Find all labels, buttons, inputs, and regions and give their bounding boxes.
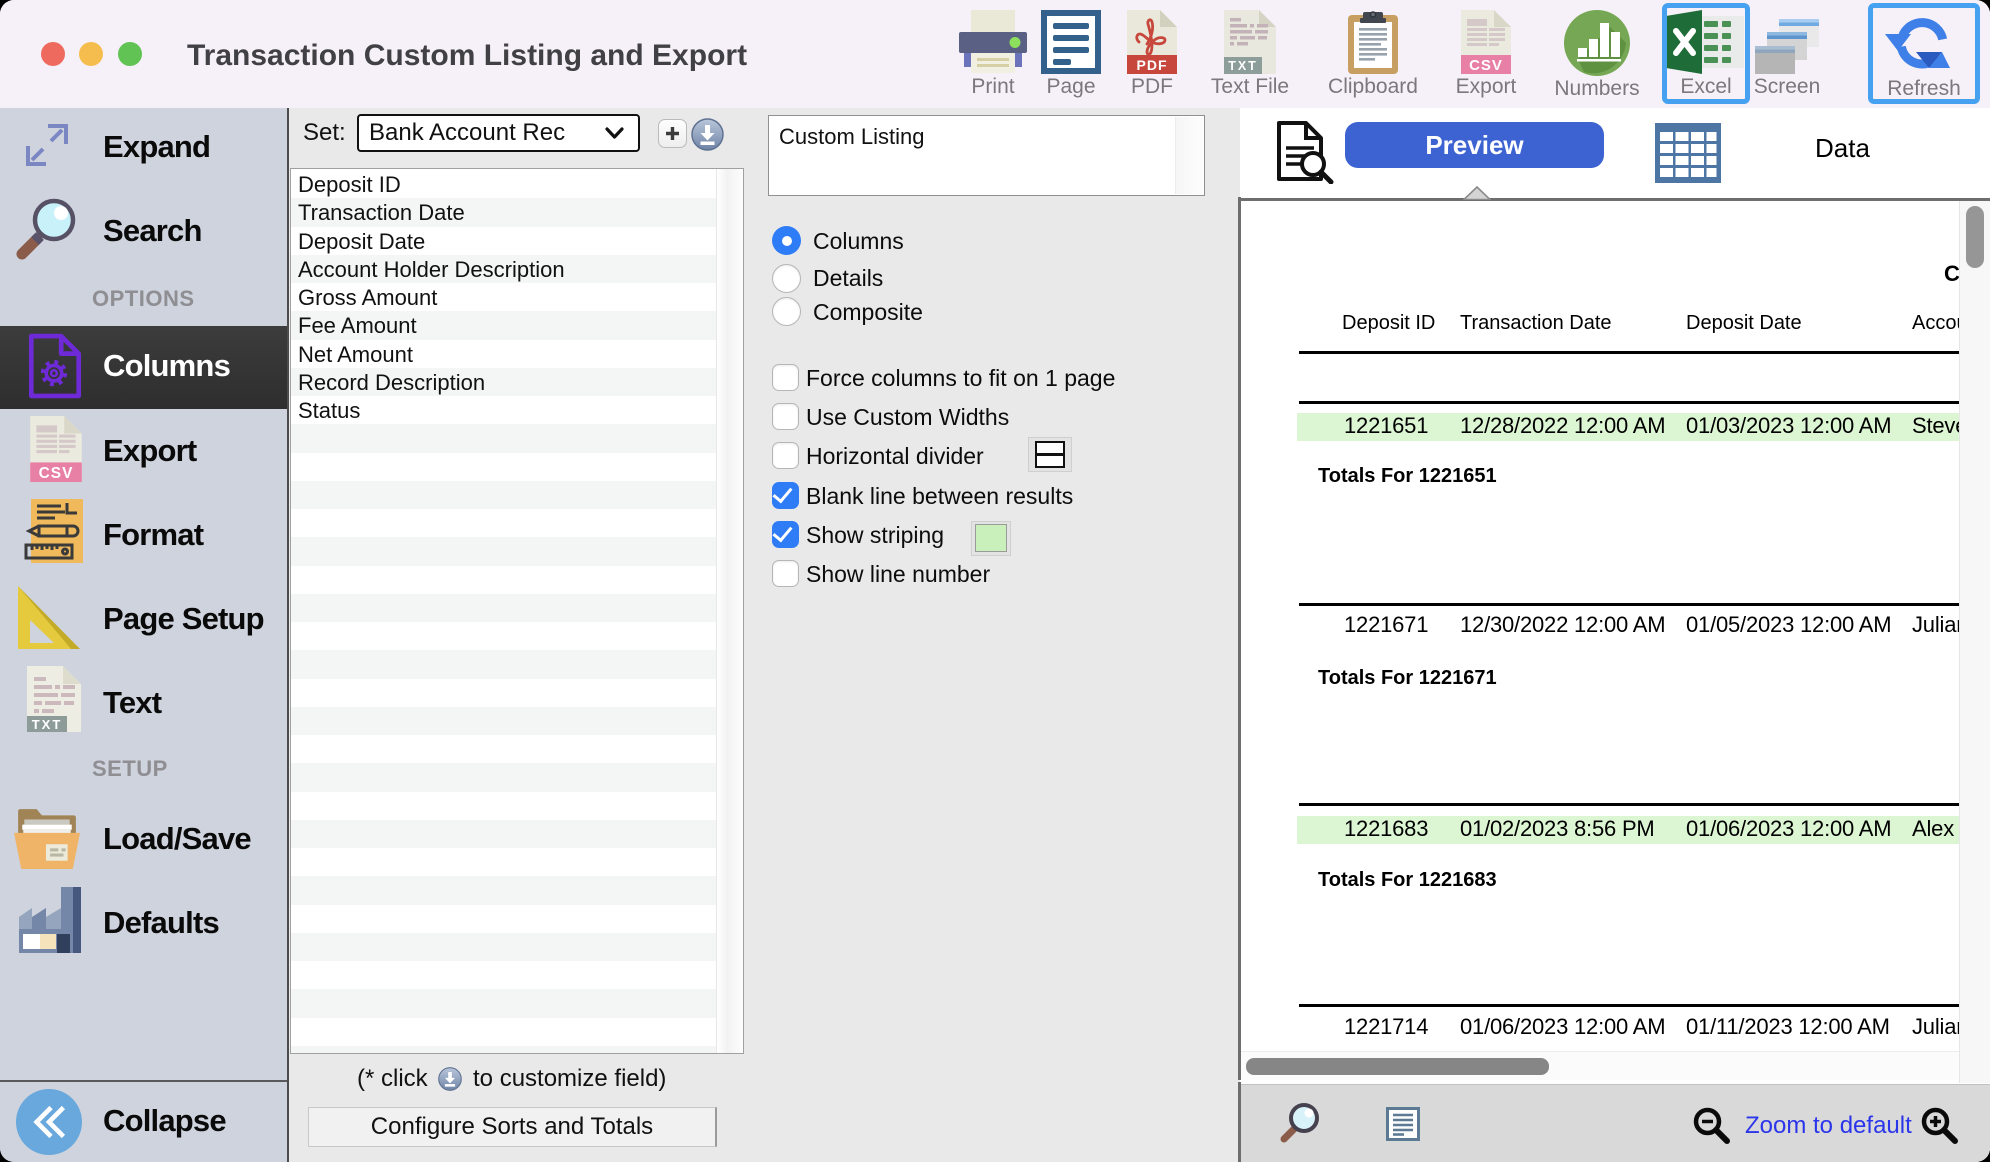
svg-text:CSV: CSV xyxy=(39,465,74,482)
svg-text:CSV: CSV xyxy=(1469,57,1503,74)
svg-text:TXT: TXT xyxy=(32,717,63,732)
svg-text:TXT: TXT xyxy=(1228,59,1258,73)
svg-text:PDF: PDF xyxy=(1137,57,1168,73)
